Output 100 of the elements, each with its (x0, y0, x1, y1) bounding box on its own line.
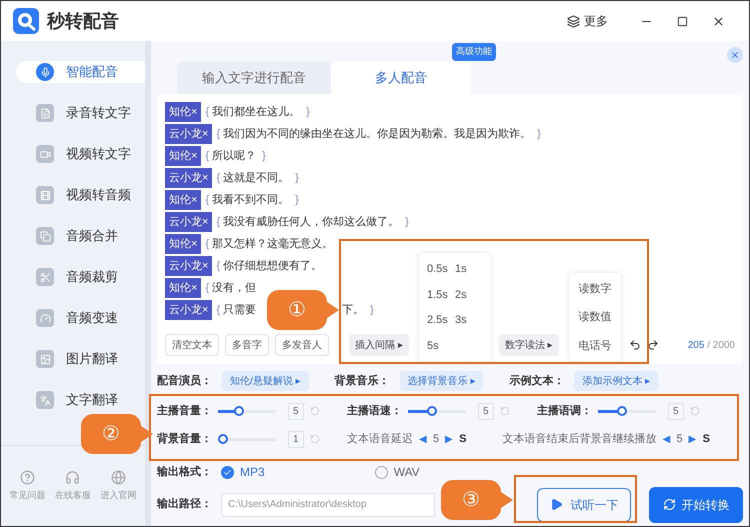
increase-button[interactable]: ▶ (688, 432, 697, 446)
interval-option[interactable]: 0.5s (427, 261, 455, 278)
dialogue-text: 我们因为不同的缘由坐在这儿。你是因为勒索。我是因为欺诈。 (223, 126, 532, 142)
brace: } (262, 148, 266, 164)
interval-option[interactable]: 1.5s (427, 286, 455, 303)
speaker-tag[interactable]: 云小龙× (165, 168, 212, 188)
convert-button[interactable]: 开始转换 (649, 486, 743, 522)
picker-label: 背景音乐： (334, 374, 390, 389)
interval-option[interactable]: 2s (455, 286, 483, 303)
radio-icon (374, 466, 388, 478)
increase-button[interactable]: ▶ (445, 432, 454, 446)
stepper-value: 5 (433, 432, 440, 447)
brace: } (370, 302, 374, 318)
brace: } (295, 192, 299, 208)
sidebar-item[interactable]: 音频裁剪 (16, 266, 145, 288)
number-reading-option[interactable]: 电话号 (578, 338, 612, 354)
interval-option[interactable]: 5s (427, 338, 455, 354)
sidebar-item[interactable]: 视频转音频 (16, 184, 145, 206)
interval-option[interactable]: 2.5s (427, 312, 455, 328)
redo-icon[interactable] (646, 339, 659, 351)
interval-option[interactable]: 3s (455, 312, 483, 328)
unit-label: S (702, 432, 710, 447)
character-count: 205 / 2000 (688, 338, 735, 352)
speaker-tag[interactable]: 知伦× (165, 190, 202, 210)
feature-icon (36, 104, 54, 122)
brace: } (405, 214, 409, 230)
more-button[interactable]: 更多 (567, 12, 608, 30)
format-radio[interactable]: MP3 (221, 463, 265, 481)
speaker-tag[interactable]: 云小龙× (165, 256, 212, 276)
sidebar-item[interactable]: 音频变速 (16, 307, 145, 329)
number-reading-option[interactable]: 读数值 (578, 309, 612, 326)
speaker-tag[interactable]: 知伦× (165, 278, 202, 298)
dialogue-text: 所以呢？ (212, 148, 256, 164)
slider-thumb[interactable] (427, 406, 438, 416)
dialogue-text: 我看不到不同。 (212, 192, 290, 208)
slider-label: 主播语调： (537, 404, 592, 419)
decrease-button[interactable]: ◀ (662, 432, 670, 446)
feature-icon (36, 268, 54, 286)
sidebar-item[interactable]: 智能配音 (16, 61, 145, 83)
speaker-tag[interactable]: 云小龙× (165, 212, 212, 232)
picker-button[interactable]: 选择背景音乐 ▸ (400, 371, 484, 391)
speaker-tag[interactable]: 知伦× (165, 234, 202, 254)
unit-label: S (459, 432, 466, 447)
app-title: 秒转配音 (47, 10, 119, 32)
dialogue-text: 我们都坐在这儿。 (212, 104, 300, 120)
format-radio[interactable]: WAV (374, 463, 420, 481)
picker-button[interactable]: 知伦/悬疑解说 ▸ (222, 371, 309, 391)
slider-value[interactable]: 5 (478, 402, 494, 420)
headset-icon (65, 470, 80, 485)
preview-button[interactable]: 试听一下 (537, 488, 631, 522)
sidebar-item[interactable]: 图片翻译 (16, 348, 145, 370)
toolbar-button[interactable]: 多发音人 (275, 334, 329, 356)
feature-icon (36, 63, 54, 81)
toolbar-button[interactable]: 多音字 (225, 334, 269, 356)
dialogue-text: 下。 (342, 302, 364, 318)
sidebar-item[interactable]: 文字翻译 (16, 389, 145, 411)
interval-option[interactable]: 1s (455, 261, 483, 278)
decrease-button[interactable]: ◀ (419, 432, 427, 446)
brace: { (205, 236, 210, 252)
speaker-tag[interactable]: 知伦× (165, 102, 202, 122)
sidebar-item[interactable]: 音频合并 (16, 225, 145, 247)
slider-thumb[interactable] (234, 406, 244, 416)
number-reading-option[interactable]: 读数字 (578, 280, 612, 297)
number-reading-button[interactable]: 数字读法 ▸ (498, 334, 559, 356)
sidebar-item[interactable]: 录音转文字 (16, 102, 145, 124)
slider-value[interactable]: 1 (288, 430, 304, 448)
path-label: 输出路径： (157, 496, 213, 512)
interval-button[interactable]: 插入间隔 ▸ (349, 334, 409, 356)
brace: { (216, 302, 220, 318)
brace: { (205, 192, 210, 208)
brace: { (216, 170, 220, 186)
play-icon (550, 498, 562, 511)
dialogue-text: 这就是不同。 (223, 170, 290, 186)
speaker-tag[interactable]: 云小龙× (165, 124, 212, 144)
speaker-tag[interactable]: 云小龙× (165, 300, 212, 320)
slider-label: 背景音量： (157, 432, 212, 447)
help-icon (20, 470, 36, 485)
picker-label: 配音演员： (157, 374, 212, 389)
undo-icon[interactable] (628, 339, 641, 351)
picker-label: 示例文本： (509, 374, 564, 389)
slider-thumb[interactable] (218, 434, 228, 444)
close-icon[interactable] (712, 14, 725, 28)
sidebar-item[interactable]: 视频转文字 (16, 143, 145, 165)
maximize-icon[interactable] (677, 16, 688, 26)
slider-thumb[interactable] (617, 406, 628, 416)
dialogue-text: 只需要 (223, 302, 256, 318)
close-panel-icon[interactable] (727, 47, 743, 63)
slider-value[interactable]: 5 (288, 402, 304, 420)
toolbar-button[interactable]: 清空文本 (165, 334, 219, 356)
tab[interactable]: 输入文字进行配音 (177, 61, 331, 94)
slider-value[interactable]: 5 (668, 402, 684, 420)
feature-icon (36, 350, 54, 368)
brace: } (295, 170, 299, 186)
speaker-tag[interactable]: 知伦× (165, 146, 202, 166)
globe-icon (110, 470, 126, 485)
brace: { (216, 214, 220, 230)
radio-checked-icon (221, 466, 234, 478)
dialogue-text: 没有，但 (212, 280, 256, 296)
brace: } (306, 104, 310, 120)
picker-button[interactable]: 添加示例文本 ▸ (574, 371, 658, 391)
